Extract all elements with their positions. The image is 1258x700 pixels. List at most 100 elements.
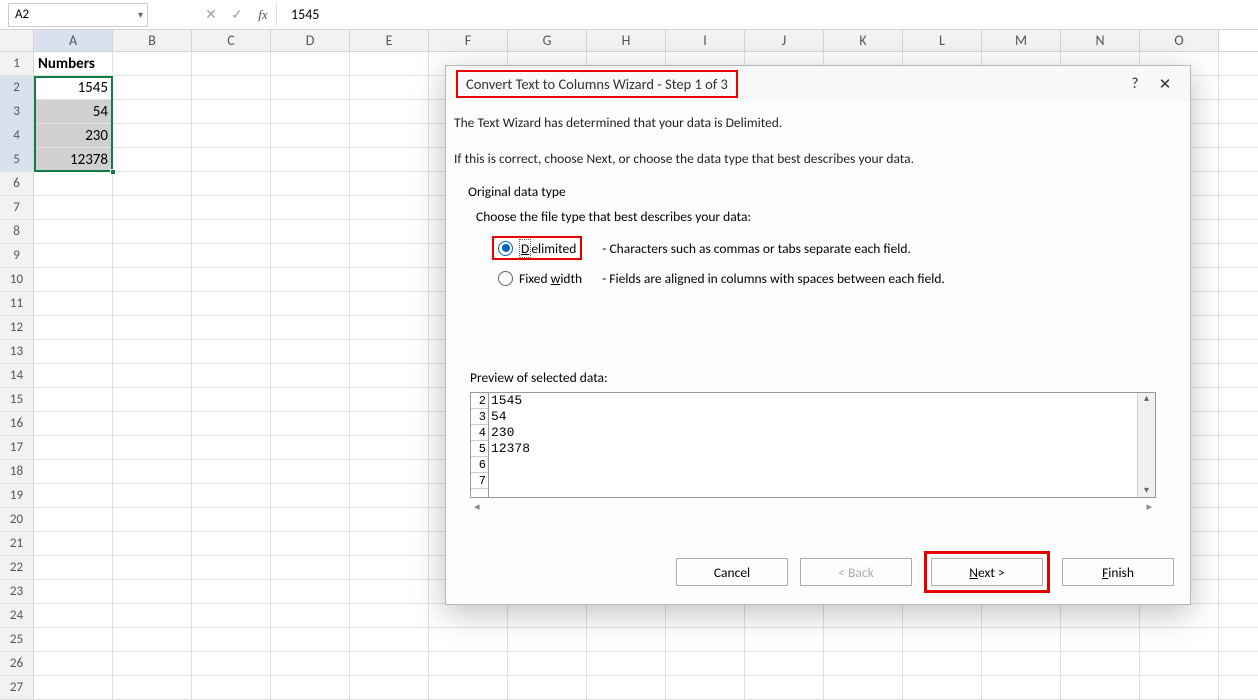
cell[interactable] [271,268,350,291]
cell[interactable] [350,52,429,75]
select-all-corner[interactable] [0,30,34,51]
cell[interactable] [982,676,1061,699]
preview-hscrollbar[interactable]: ◂ ▸ [470,498,1156,514]
cell[interactable]: 12378 [34,148,113,171]
cell[interactable] [34,316,113,339]
col-header-M[interactable]: M [982,30,1061,51]
row-header-6[interactable]: 6 [0,172,34,195]
col-header-H[interactable]: H [587,30,666,51]
cell[interactable] [192,364,271,387]
cell[interactable] [745,604,824,627]
cell[interactable] [903,628,982,651]
cell[interactable]: 1545 [34,76,113,99]
cell[interactable] [1140,604,1219,627]
cell[interactable] [350,220,429,243]
cell[interactable] [350,364,429,387]
cell[interactable] [587,676,666,699]
row-header-13[interactable]: 13 [0,340,34,363]
cell[interactable] [192,52,271,75]
scroll-up-icon[interactable]: ▴ [1144,393,1149,405]
preview-vscrollbar[interactable]: ▴▾ [1137,393,1155,497]
cell[interactable] [34,676,113,699]
cell[interactable] [271,52,350,75]
cell[interactable] [903,604,982,627]
fx-icon[interactable]: fx [250,3,276,27]
cell[interactable] [34,268,113,291]
col-header-B[interactable]: B [113,30,192,51]
cell[interactable] [824,604,903,627]
col-header-L[interactable]: L [903,30,982,51]
col-header-J[interactable]: J [745,30,824,51]
col-header-N[interactable]: N [1061,30,1140,51]
cell[interactable] [192,220,271,243]
cell[interactable] [745,628,824,651]
cell[interactable] [350,172,429,195]
cell[interactable] [113,196,192,219]
cell[interactable] [271,124,350,147]
radio-delimited[interactable] [498,241,513,256]
cell[interactable] [34,412,113,435]
row-header-17[interactable]: 17 [0,436,34,459]
cell[interactable] [271,604,350,627]
row-header-9[interactable]: 9 [0,244,34,267]
cell[interactable] [271,244,350,267]
cell[interactable] [34,508,113,531]
cell[interactable] [271,292,350,315]
cell[interactable] [350,556,429,579]
cell[interactable] [271,148,350,171]
cell[interactable] [271,340,350,363]
cell[interactable] [34,532,113,555]
cell[interactable] [34,604,113,627]
cell[interactable] [271,556,350,579]
cell[interactable] [350,100,429,123]
scroll-left-icon[interactable]: ◂ [474,500,480,513]
cell[interactable] [429,676,508,699]
cell[interactable] [429,628,508,651]
cell[interactable] [824,628,903,651]
cell[interactable] [350,580,429,603]
cell[interactable]: 54 [34,100,113,123]
cell[interactable] [192,532,271,555]
cell[interactable] [113,220,192,243]
cell[interactable] [508,628,587,651]
cell[interactable] [34,580,113,603]
cell[interactable] [508,604,587,627]
cell[interactable] [1061,628,1140,651]
cell[interactable] [271,412,350,435]
cell[interactable] [350,124,429,147]
cell[interactable] [192,508,271,531]
cell[interactable]: Numbers [34,52,113,75]
row-header-7[interactable]: 7 [0,196,34,219]
cell[interactable] [113,52,192,75]
cell[interactable] [192,100,271,123]
fill-handle[interactable] [110,169,116,175]
cell[interactable] [192,412,271,435]
col-header-I[interactable]: I [666,30,745,51]
col-header-D[interactable]: D [271,30,350,51]
name-box[interactable]: A2 ▾ [8,3,148,27]
cell[interactable] [192,148,271,171]
cell[interactable] [192,436,271,459]
cell[interactable] [192,580,271,603]
cell[interactable] [1140,676,1219,699]
cell[interactable] [113,532,192,555]
cell[interactable] [113,268,192,291]
cell[interactable] [34,340,113,363]
cell[interactable] [192,268,271,291]
cell[interactable] [34,484,113,507]
cell[interactable] [113,364,192,387]
cell[interactable] [192,628,271,651]
cell[interactable] [113,556,192,579]
cell[interactable] [113,436,192,459]
row-header-20[interactable]: 20 [0,508,34,531]
cell[interactable] [34,436,113,459]
cell[interactable] [34,244,113,267]
cell[interactable] [192,484,271,507]
cell[interactable] [34,292,113,315]
cell[interactable] [192,388,271,411]
cell[interactable] [34,556,113,579]
cell[interactable] [1061,676,1140,699]
cell[interactable] [192,340,271,363]
formula-input[interactable]: 1545 [276,3,1258,27]
col-header-A[interactable]: A [34,30,113,51]
